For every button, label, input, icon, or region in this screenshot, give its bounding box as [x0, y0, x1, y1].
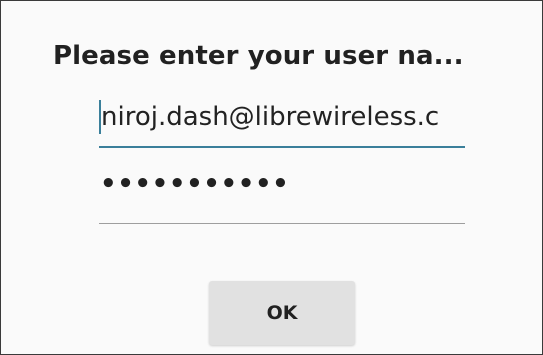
password-field[interactable]: ••••••••••• — [99, 169, 465, 224]
password-value[interactable]: ••••••••••• — [100, 169, 289, 199]
username-field[interactable]: niroj.dash@librewireless.c — [99, 86, 465, 148]
username-value[interactable]: niroj.dash@librewireless.c — [101, 102, 439, 132]
login-dialog: Please enter your user na... niroj.dash@… — [0, 0, 543, 355]
dialog-title: Please enter your user na... — [53, 41, 464, 71]
ok-button[interactable]: OK — [209, 281, 355, 345]
